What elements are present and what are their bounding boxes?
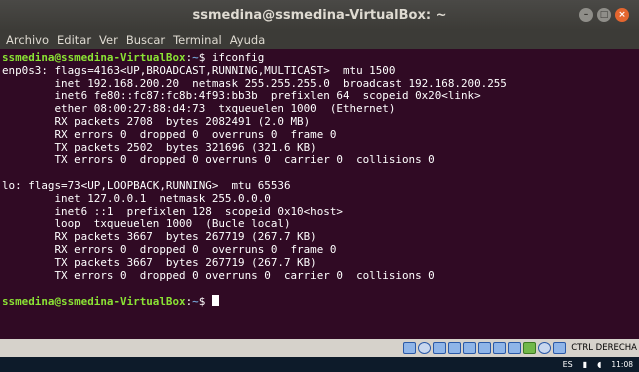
prompt-user: ssmedina@ssmedina-VirtualBox [2,51,186,64]
window-titlebar[interactable]: ssmedina@ssmedina-VirtualBox: ~ – □ × [0,0,639,30]
usb-icon[interactable] [463,342,477,354]
command-line: ssmedina@ssmedina-VirtualBox:~$ ifconfig [2,51,639,65]
mouse-integration-icon[interactable] [538,342,552,354]
prompt-user: ssmedina@ssmedina-VirtualBox [2,295,186,309]
current-prompt-line[interactable]: ssmedina@ssmedina-VirtualBox:~$ [2,295,639,308]
virtualbox-status-bar: CTRL DERECHA [0,339,639,357]
close-icon[interactable]: × [615,8,629,22]
menu-bar: Archivo Editar Ver Buscar Terminal Ayuda [0,30,639,49]
host-taskbar: ES ▮ ◖ 11:08 [0,357,639,372]
taskbar-clock[interactable]: 11:08 [611,360,633,369]
output-line: RX errors 0 dropped 0 overruns 0 frame 0 [2,242,337,256]
language-indicator[interactable]: ES [563,360,573,369]
cpu-icon[interactable] [523,342,537,354]
host-key-icon[interactable] [553,342,567,354]
menu-item-editar[interactable]: Editar [57,33,91,47]
optical-drive-icon[interactable] [418,342,432,354]
command-text: ifconfig [211,51,265,64]
output-line: TX packets 3667 bytes 267719 (267.7 KB) [2,255,317,269]
recording-icon[interactable] [508,342,522,354]
output-line: RX packets 2708 bytes 2082491 (2.0 MB) [2,114,311,128]
menu-item-terminal[interactable]: Terminal [173,33,222,47]
text-cursor [211,295,219,307]
menu-item-archivo[interactable]: Archivo [6,33,49,47]
prompt-symbol: $ [198,51,212,64]
output-line: RX errors 0 dropped 0 overruns 0 frame 0 [2,127,337,141]
shared-folder-icon[interactable] [478,342,492,354]
audio-icon[interactable] [433,342,447,354]
prompt-symbol: $ [198,295,212,309]
network-icon[interactable] [448,342,462,354]
menu-item-ayuda[interactable]: Ayuda [230,33,266,47]
terminal-area[interactable]: ssmedina@ssmedina-VirtualBox:~$ ifconfig… [0,49,639,339]
window-title: ssmedina@ssmedina-VirtualBox: ~ [192,7,447,23]
display-icon[interactable] [493,342,507,354]
menu-item-ver[interactable]: Ver [99,33,118,47]
menu-item-buscar[interactable]: Buscar [126,33,165,47]
output-line: TX errors 0 dropped 0 overruns 0 carrier… [2,268,435,282]
minimize-icon[interactable]: – [579,8,593,22]
maximize-icon[interactable]: □ [597,8,611,22]
host-key-label: CTRL DERECHA [571,343,637,353]
network-tray-icon[interactable]: ▮ [583,360,587,369]
output-line: lo: flags=73<UP,LOOPBACK,RUNNING> mtu 65… [2,178,291,192]
window-controls: – □ × [579,8,629,22]
output-line: enp0s3: flags=4163<UP,BROADCAST,RUNNING,… [2,63,396,77]
output-line: TX errors 0 dropped 0 overruns 0 carrier… [2,153,435,167]
volume-tray-icon[interactable]: ◖ [597,360,601,369]
hard-disk-icon[interactable] [403,342,417,354]
output-line: inet 127.0.0.1 netmask 255.0.0.0 [2,191,271,205]
